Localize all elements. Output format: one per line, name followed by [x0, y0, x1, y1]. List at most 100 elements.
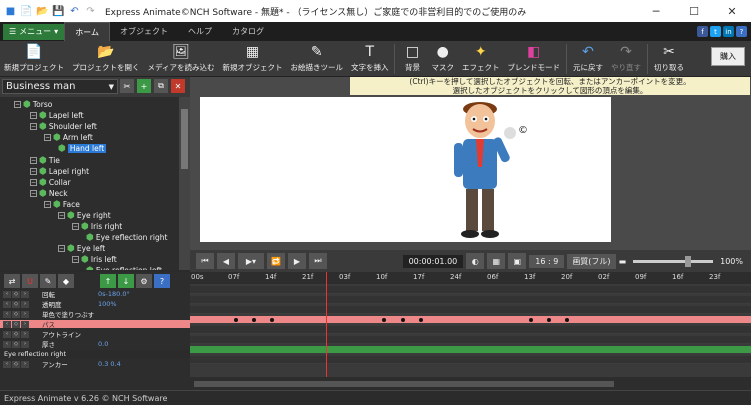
duplicate-object-icon[interactable]: ⧉	[154, 79, 168, 93]
close-button[interactable]: ✕	[713, 0, 751, 22]
track-row[interactable]	[190, 306, 751, 314]
tree-node[interactable]: − ⬢ Neck	[30, 188, 68, 199]
collapse-toggle[interactable]: −	[72, 256, 79, 263]
open-project-button[interactable]: 📂 プロジェクトを開く	[68, 41, 144, 73]
save-icon[interactable]: 💾	[52, 5, 65, 18]
go-to-start-button[interactable]: ⏮	[196, 253, 214, 269]
zoom-slider[interactable]	[633, 255, 714, 267]
twitter-icon[interactable]: t	[710, 26, 721, 37]
keyframe-nav-button[interactable]: ‹	[3, 360, 11, 368]
collapse-toggle[interactable]: −	[72, 223, 79, 230]
keyframe-nav-button[interactable]: ‹	[3, 320, 11, 328]
tab-home[interactable]: ホーム	[64, 22, 110, 41]
transform-icon[interactable]: ⇄	[4, 274, 20, 288]
help-icon[interactable]: ?	[154, 274, 170, 288]
go-to-end-button[interactable]: ⏭	[309, 253, 327, 269]
timeline-playhead[interactable]	[326, 272, 327, 377]
blend-mode-button[interactable]: ◧ ブレンドモード	[503, 41, 564, 73]
time-display[interactable]: 00:00:01.00	[402, 254, 464, 268]
collapse-toggle[interactable]: −	[58, 245, 65, 252]
keyframe-marker[interactable]	[547, 318, 551, 322]
keyframe-nav-button[interactable]: ◇	[12, 310, 20, 318]
delete-object-icon[interactable]: ✕	[171, 79, 185, 93]
quality-button[interactable]: 画質(フル)	[567, 253, 616, 269]
import-media-button[interactable]: 🖼 メディアを読み込む	[144, 41, 219, 73]
keyframe-nav-button[interactable]: ›	[21, 340, 29, 348]
property-row[interactable]: ‹ ◇ › 厚さ 0.0	[0, 340, 190, 349]
track-row[interactable]	[190, 326, 751, 334]
redo-button[interactable]: ↷ やり直す	[607, 41, 645, 73]
property-row[interactable]: ‹ ◇ › パス	[0, 320, 190, 329]
track-row[interactable]	[190, 316, 751, 324]
tab-object[interactable]: オブジェクト	[110, 22, 178, 41]
property-value[interactable]: 0.0	[98, 340, 108, 348]
keyframe-nav[interactable]: ‹ ◇ ›	[0, 310, 42, 318]
add-object-icon[interactable]: +	[137, 79, 151, 93]
track-row[interactable]	[190, 296, 751, 304]
open-folder-icon[interactable]: 📂	[36, 5, 49, 18]
track-row[interactable]	[190, 336, 751, 344]
collapse-toggle[interactable]: −	[30, 112, 37, 119]
object-tree-scrollbar[interactable]	[179, 97, 190, 270]
keyframe-nav-button[interactable]: ◇	[12, 330, 20, 338]
step-forward-button[interactable]: ▶	[288, 253, 306, 269]
business-man-figure[interactable]: ©	[200, 97, 611, 242]
toggle-view-icon[interactable]: ◐	[466, 253, 485, 269]
keyframe-marker[interactable]	[234, 318, 238, 322]
help-icon[interactable]: ?	[736, 26, 747, 37]
keyframe-marker[interactable]	[419, 318, 423, 322]
tree-node[interactable]: − ⬢ Face	[44, 199, 80, 210]
cut-button[interactable]: ✂ 切り取る	[650, 41, 688, 73]
tree-node[interactable]: ⬢ Hand left	[58, 143, 107, 154]
keyframe-nav-button[interactable]: ◇	[12, 320, 20, 328]
loop-button[interactable]: 🔁	[267, 253, 285, 269]
property-row[interactable]: ‹ ◇ › アンカー 0.3 0.4	[0, 360, 190, 369]
effect-button[interactable]: ✦ エフェクト	[458, 41, 504, 73]
property-row[interactable]: Eye reflection right	[0, 350, 190, 358]
track-row[interactable]	[190, 286, 751, 294]
maximize-button[interactable]: ☐	[675, 0, 713, 22]
tree-node[interactable]: − ⬢ Collar	[30, 177, 71, 188]
track-row[interactable]	[190, 356, 751, 364]
keyframe-marker[interactable]	[252, 318, 256, 322]
collapse-toggle[interactable]: −	[30, 157, 37, 164]
timeline-tracks[interactable]: 00s 07f 14f 21f 03f 10f 17f 24f 06f 13f 20f 02f 09f 1…	[190, 272, 751, 390]
step-back-button[interactable]: ◀	[217, 253, 235, 269]
tree-node[interactable]: − ⬢ Lapel right	[30, 166, 89, 177]
collapse-toggle[interactable]: −	[30, 168, 37, 175]
move-up-icon[interactable]: ↑	[100, 274, 116, 288]
keyframe-nav-button[interactable]: ›	[21, 300, 29, 308]
tree-node[interactable]: − ⬢ Tie	[30, 155, 60, 166]
scrollbar-thumb[interactable]	[181, 109, 188, 169]
tree-node[interactable]: − ⬢ Lapel left	[30, 110, 84, 121]
grid-icon[interactable]: ▦	[487, 253, 506, 269]
keyframe-nav-button[interactable]: ◇	[12, 290, 20, 298]
keyframe-nav-button[interactable]: ‹	[3, 300, 11, 308]
timeline-ruler[interactable]: 00s 07f 14f 21f 03f 10f 17f 24f 06f 13f 20f 02f 09f 1…	[190, 272, 751, 284]
keyframe-marker[interactable]	[270, 318, 274, 322]
menu-button[interactable]: ☰ メニュー ▾	[3, 23, 65, 40]
frame-icon[interactable]: ▣	[508, 253, 527, 269]
object-tool-icon[interactable]: ✂	[120, 79, 134, 93]
linkedin-icon[interactable]: in	[723, 26, 734, 37]
minimize-button[interactable]: ─	[637, 0, 675, 22]
keyframe-nav-button[interactable]: ›	[21, 310, 29, 318]
undo-button[interactable]: ↶ 元に戻す	[569, 41, 607, 73]
play-button[interactable]: ▶▾	[238, 253, 264, 269]
keyframe-nav-button[interactable]: ◇	[12, 340, 20, 348]
keyframe-nav-button[interactable]: ›	[21, 320, 29, 328]
redo-icon[interactable]: ↷	[84, 5, 97, 18]
collapse-toggle[interactable]: −	[44, 201, 51, 208]
mask-button[interactable]: ● マスク	[427, 41, 458, 73]
tab-catalog[interactable]: カタログ	[222, 22, 274, 41]
magnet-icon[interactable]: U	[22, 274, 38, 288]
move-down-icon[interactable]: ↓	[118, 274, 134, 288]
aspect-ratio-button[interactable]: 16 : 9	[529, 254, 565, 268]
timeline-scrollbar[interactable]	[190, 377, 751, 390]
tree-node[interactable]: − ⬢ Torso	[14, 99, 52, 110]
animation-stage[interactable]: ©	[200, 97, 611, 242]
drawing-tool-button[interactable]: ✎ お絵描きツール	[286, 41, 347, 73]
property-row[interactable]: ‹ ◇ › アウトライン	[0, 330, 190, 339]
property-value[interactable]: 0s-180.0°	[98, 290, 130, 298]
scrollbar-thumb[interactable]	[194, 380, 614, 387]
